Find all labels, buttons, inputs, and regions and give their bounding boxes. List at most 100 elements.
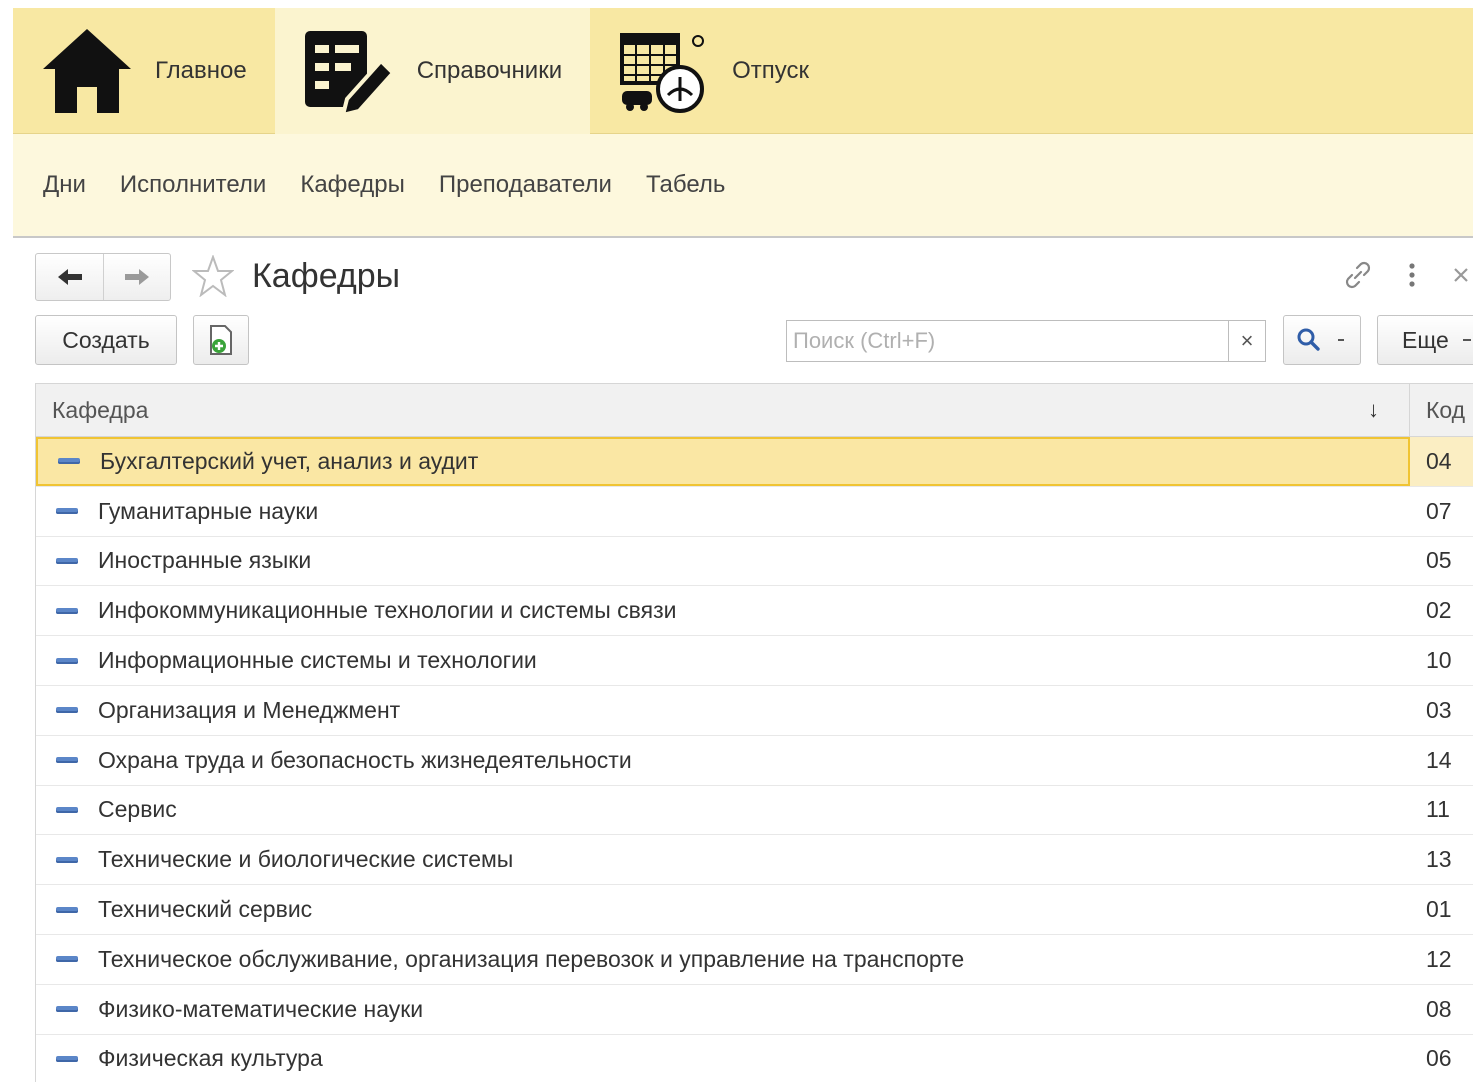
section-vacation-label: Отпуск xyxy=(732,57,809,84)
cell-code: 11 xyxy=(1410,785,1473,835)
cell-department: Иностранные языки xyxy=(36,537,1410,586)
catalog-item-icon xyxy=(56,707,78,714)
table-row[interactable]: Охрана труда и безопасность жизнедеятель… xyxy=(36,735,1473,786)
cell-department: Гуманитарные науки xyxy=(36,487,1410,536)
department-name: Физическая культура xyxy=(98,1045,323,1072)
table-row[interactable]: Иностранные языки 05 xyxy=(36,536,1473,587)
nav-executors[interactable]: Исполнители xyxy=(120,171,266,199)
nav-timesheet[interactable]: Табель xyxy=(646,171,725,199)
favorite-star-icon[interactable] xyxy=(190,252,236,300)
create-button[interactable]: Создать xyxy=(35,315,177,365)
table-row[interactable]: Техническое обслуживание, организация пе… xyxy=(36,934,1473,985)
department-name: Гуманитарные науки xyxy=(98,497,319,524)
cell-code: 12 xyxy=(1410,934,1473,984)
cell-code: 08 xyxy=(1410,984,1473,1034)
table-row[interactable]: Информационные системы и технологии 10 xyxy=(36,636,1473,686)
search-clear-button[interactable]: × xyxy=(1228,320,1266,362)
catalog-item-icon xyxy=(56,1055,78,1062)
link-icon[interactable] xyxy=(1338,255,1378,295)
table-row[interactable]: Гуманитарные науки 07 xyxy=(36,486,1473,537)
section-catalogs-label: Справочники xyxy=(416,57,563,84)
department-name: Информационные системы и технологии xyxy=(98,647,537,674)
cell-code: 05 xyxy=(1410,536,1473,586)
add-copy-button[interactable] xyxy=(193,315,249,365)
table-header: Кафедра ↓ Код xyxy=(36,384,1473,437)
search-input[interactable] xyxy=(786,320,1230,362)
cell-code: 07 xyxy=(1410,486,1473,536)
home-icon xyxy=(41,23,133,119)
department-name: Бухгалтерский учет, анализ и аудит xyxy=(100,447,479,474)
department-name: Иностранные языки xyxy=(98,547,312,574)
page-title: Кафедры xyxy=(252,257,401,295)
cell-code: 10 xyxy=(1410,636,1473,685)
history-navigation xyxy=(35,253,171,301)
department-name: Техническое обслуживание, организация пе… xyxy=(98,945,965,972)
cell-department: Бухгалтерский учет, анализ и аудит xyxy=(36,437,1410,486)
catalog-item-icon xyxy=(56,1006,78,1013)
close-icon[interactable] xyxy=(1450,255,1473,295)
department-name: Физико-математические науки xyxy=(98,995,424,1022)
column-header-code[interactable]: Код xyxy=(1410,384,1473,436)
more-vertical-icon[interactable] xyxy=(1394,255,1430,295)
catalog-item-icon xyxy=(56,607,78,614)
table-row[interactable]: Сервис 11 xyxy=(36,785,1473,836)
catalog-item-icon xyxy=(56,757,78,764)
table-row[interactable]: Инфокоммуникационные технологии и систем… xyxy=(36,586,1473,637)
catalog-item-icon xyxy=(56,557,78,564)
cell-department: Технические и биологические системы xyxy=(36,835,1410,884)
back-button[interactable] xyxy=(36,254,103,300)
cell-department: Технический сервис xyxy=(36,885,1410,934)
cell-department: Инфокоммуникационные технологии и систем… xyxy=(36,586,1410,635)
column-header-department[interactable]: Кафедра ↓ xyxy=(36,384,1410,436)
catalog-item-icon xyxy=(56,906,78,913)
cell-department: Физико-математические науки xyxy=(36,985,1410,1034)
table-row[interactable]: Физическая культура 06 xyxy=(36,1034,1473,1082)
table-row[interactable]: Бухгалтерский учет, анализ и аудит 04 xyxy=(36,437,1473,487)
section-catalogs[interactable]: Справочники xyxy=(274,8,591,134)
section-main-label: Главное xyxy=(155,57,247,84)
cell-department: Организация и Менеджмент xyxy=(36,686,1410,735)
cell-code: 02 xyxy=(1410,586,1473,636)
section-commands-panel: Дни Исполнители Кафедры Преподаватели Та… xyxy=(13,134,1473,238)
section-main[interactable]: Главное xyxy=(13,8,275,134)
cell-department: Физическая культура xyxy=(36,1035,1410,1082)
department-name: Инфокоммуникационные технологии и систем… xyxy=(98,597,677,624)
nav-days[interactable]: Дни xyxy=(43,171,86,199)
sections-panel: Главное Справочники Отпуск xyxy=(13,8,1473,134)
more-actions-button[interactable]: Еще xyxy=(1377,315,1473,365)
department-name: Сервис xyxy=(98,796,177,823)
nav-departments[interactable]: Кафедры xyxy=(300,171,405,199)
catalog-item-icon xyxy=(56,806,78,813)
table-row[interactable]: Технический сервис 01 xyxy=(36,885,1473,935)
cell-code: 03 xyxy=(1410,685,1473,735)
section-vacation[interactable]: Отпуск xyxy=(590,8,837,134)
department-name: Технические и биологические системы xyxy=(98,846,514,873)
cell-department: Техническое обслуживание, организация пе… xyxy=(36,935,1410,984)
cell-department: Сервис xyxy=(36,786,1410,835)
column-header-department-label: Кафедра xyxy=(52,396,149,423)
table-row[interactable]: Технические и биологические системы 13 xyxy=(36,835,1473,886)
nav-teachers[interactable]: Преподаватели xyxy=(439,171,612,199)
arrow-right-icon xyxy=(125,269,149,285)
search-options-button[interactable] xyxy=(1283,315,1361,365)
cell-department: Охрана труда и безопасность жизнедеятель… xyxy=(36,736,1410,785)
cell-code: 13 xyxy=(1410,835,1473,885)
catalog-item-icon xyxy=(56,956,78,963)
cell-department: Информационные системы и технологии xyxy=(36,636,1410,685)
cell-code: 04 xyxy=(1410,437,1473,486)
departments-table: Кафедра ↓ Код Бухгалтерский учет, анализ… xyxy=(35,383,1473,1082)
table-row[interactable]: Физико-математические науки 08 xyxy=(36,984,1473,1035)
more-actions-label: Еще xyxy=(1402,326,1449,353)
catalog-edit-icon xyxy=(303,23,395,119)
forward-button[interactable] xyxy=(103,254,170,300)
cell-code: 06 xyxy=(1410,1034,1473,1082)
department-name: Охрана труда и безопасность жизнедеятель… xyxy=(98,746,632,773)
cell-code: 01 xyxy=(1410,885,1473,934)
add-document-icon xyxy=(210,325,232,355)
search-icon xyxy=(1297,328,1320,351)
arrow-left-icon xyxy=(57,269,82,285)
department-name: Технический сервис xyxy=(98,896,313,923)
table-row[interactable]: Организация и Менеджмент 03 xyxy=(36,685,1473,736)
department-name: Организация и Менеджмент xyxy=(98,696,401,723)
cell-code: 14 xyxy=(1410,735,1473,785)
